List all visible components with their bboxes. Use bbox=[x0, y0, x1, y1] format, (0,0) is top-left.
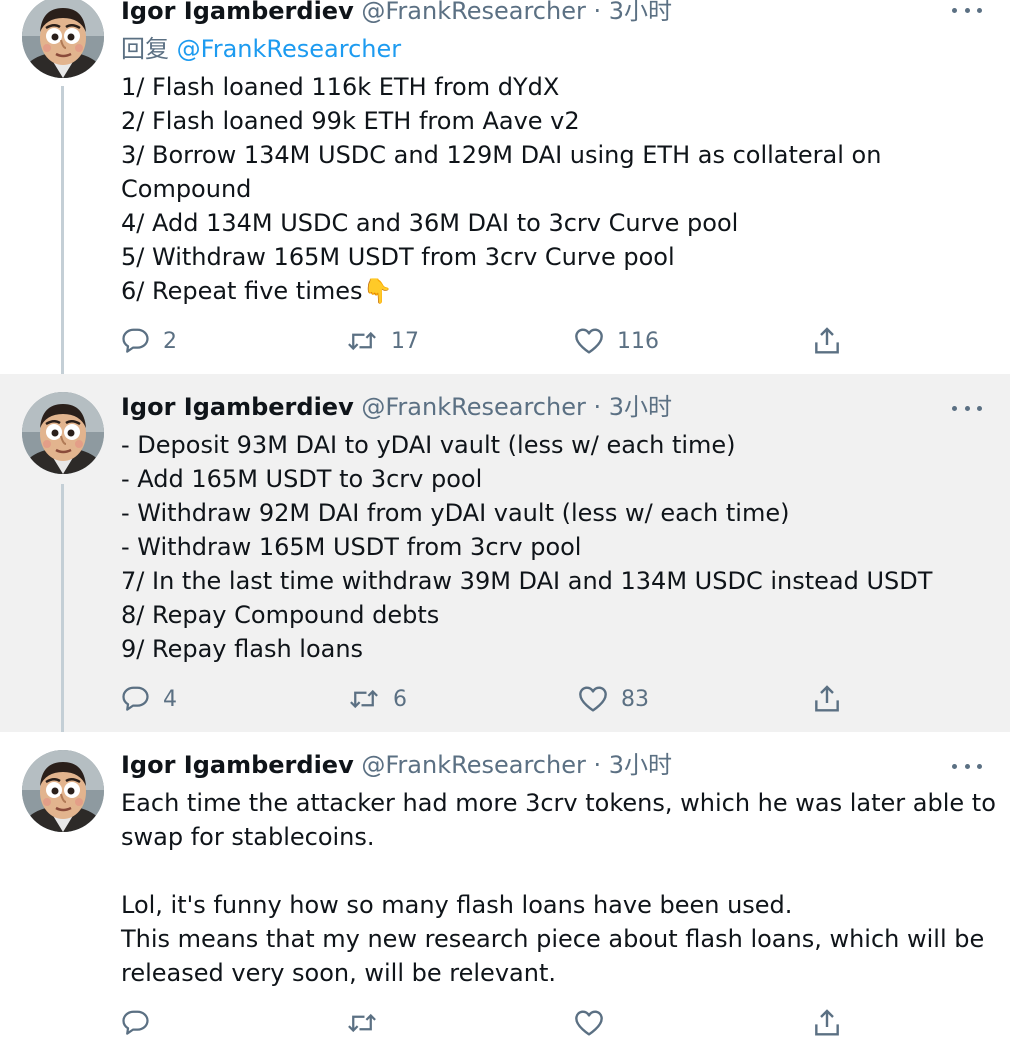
tweet-line: - Add 165M USDT to 3crv pool bbox=[121, 465, 483, 493]
reply-icon bbox=[122, 1010, 149, 1035]
retweet-icon bbox=[347, 332, 377, 350]
author-name[interactable]: Igor Igamberdiev bbox=[121, 751, 354, 779]
reply-count: 4 bbox=[163, 686, 177, 712]
author-handle[interactable]: @FrankResearcher bbox=[361, 393, 585, 421]
tweet-line: 4/ Add 134M USDC and 36M DAI to 3crv Cur… bbox=[121, 209, 739, 237]
tweet-line: released very soon, will be relevant. bbox=[121, 959, 556, 987]
avatar[interactable] bbox=[22, 0, 104, 78]
tweet-line: Lol, it's funny how so many flash loans … bbox=[121, 891, 793, 919]
retweet-icon bbox=[347, 1014, 377, 1032]
pointing-down-emoji: 👇 bbox=[362, 277, 393, 305]
tweet-text: Each time the attacker had more 3crv tok… bbox=[121, 786, 996, 990]
tweet-line: This means that my new research piece ab… bbox=[121, 925, 985, 953]
reply-to: 回复 @FrankResearcher bbox=[121, 32, 401, 66]
tweet-header: Igor Igamberdiev @FrankResearcher · 3小时 bbox=[121, 750, 672, 780]
author-name[interactable]: Igor Igamberdiev bbox=[121, 0, 354, 25]
tweet-line: 7/ In the last time withdraw 39M DAI and… bbox=[121, 567, 933, 595]
action-bar: 2 17 116 bbox=[121, 324, 861, 358]
author-handle[interactable]: @FrankResearcher bbox=[361, 751, 585, 779]
tweet-line: 2/ Flash loaned 99k ETH from Aave v2 bbox=[121, 107, 580, 135]
like-count: 116 bbox=[617, 328, 659, 354]
reply-button[interactable] bbox=[121, 1006, 151, 1040]
tweet-line: 8/ Repay Compound debts bbox=[121, 601, 440, 629]
tweet-line: 5/ Withdraw 165M USDT from 3crv Curve po… bbox=[121, 243, 675, 271]
retweet-button[interactable]: 6 bbox=[347, 682, 407, 716]
separator: · bbox=[593, 0, 602, 25]
share-icon bbox=[815, 1009, 839, 1036]
more-icon[interactable] bbox=[952, 756, 982, 776]
reply-button[interactable]: 4 bbox=[121, 682, 177, 716]
tweet-line: 1/ Flash loaned 116k ETH from dYdX bbox=[121, 73, 560, 101]
tweet-3[interactable]: Igor Igamberdiev @FrankResearcher · 3小时 … bbox=[0, 732, 1010, 1036]
reply-count: 2 bbox=[163, 328, 177, 354]
reply-icon bbox=[122, 328, 149, 353]
tweet-line: - Withdraw 165M USDT from 3crv pool bbox=[121, 533, 582, 561]
action-bar bbox=[121, 1006, 861, 1040]
timestamp[interactable]: 3小时 bbox=[609, 751, 672, 779]
timestamp[interactable]: 3小时 bbox=[609, 393, 672, 421]
tweet-line: 6/ Repeat five times👇 bbox=[121, 274, 990, 308]
separator: · bbox=[593, 393, 602, 421]
timestamp[interactable]: 3小时 bbox=[609, 0, 672, 25]
tweet-line: - Withdraw 92M DAI from yDAI vault (less… bbox=[121, 499, 790, 527]
action-bar: 4 6 83 bbox=[121, 682, 861, 716]
heart-icon bbox=[575, 328, 603, 354]
tweet-line: 3/ Borrow 134M USDC and 129M DAI using E… bbox=[121, 141, 882, 169]
tweet-line: 9/ Repay flash loans bbox=[121, 635, 364, 663]
tweet-line: swap for stablecoins. bbox=[121, 823, 375, 851]
tweet-text: 1/ Flash loaned 116k ETH from dYdX 2/ Fl… bbox=[121, 70, 990, 308]
like-button[interactable]: 116 bbox=[573, 324, 659, 358]
tweet-line bbox=[121, 854, 990, 888]
retweet-button[interactable] bbox=[345, 1006, 379, 1040]
avatar[interactable] bbox=[22, 750, 104, 832]
tweet-line: Compound bbox=[121, 175, 252, 203]
reply-to-label: 回复 bbox=[121, 35, 169, 63]
share-icon bbox=[815, 685, 839, 712]
retweet-button[interactable]: 17 bbox=[345, 324, 419, 358]
like-button[interactable] bbox=[573, 1006, 605, 1040]
more-icon[interactable] bbox=[952, 398, 982, 418]
tweet-header: Igor Igamberdiev @FrankResearcher · 3小时 bbox=[121, 392, 672, 422]
tweet-text: - Deposit 93M DAI to yDAI vault (less w/… bbox=[121, 428, 990, 666]
tweet-line: - Deposit 93M DAI to yDAI vault (less w/… bbox=[121, 431, 736, 459]
reply-to-link[interactable]: @FrankResearcher bbox=[177, 35, 401, 63]
thread-line bbox=[61, 86, 64, 374]
tweet-1[interactable]: Igor Igamberdiev @FrankResearcher · 3小时 … bbox=[0, 0, 1010, 374]
reply-button[interactable]: 2 bbox=[121, 324, 177, 358]
share-icon bbox=[815, 327, 839, 354]
retweet-count: 17 bbox=[391, 328, 419, 354]
tweet-2[interactable]: Igor Igamberdiev @FrankResearcher · 3小时 … bbox=[0, 374, 1010, 732]
thread-line bbox=[61, 484, 64, 732]
tweet-line: Each time the attacker had more 3crv tok… bbox=[121, 789, 996, 817]
more-icon[interactable] bbox=[952, 0, 982, 20]
like-count: 83 bbox=[621, 686, 649, 712]
share-button[interactable] bbox=[811, 682, 843, 716]
retweet-icon bbox=[349, 690, 379, 708]
author-handle[interactable]: @FrankResearcher bbox=[361, 0, 585, 25]
separator: · bbox=[593, 751, 602, 779]
reply-icon bbox=[122, 686, 149, 711]
share-button[interactable] bbox=[811, 324, 843, 358]
heart-icon bbox=[579, 686, 607, 712]
like-button[interactable]: 83 bbox=[577, 682, 649, 716]
tweet-header: Igor Igamberdiev @FrankResearcher · 3小时 bbox=[121, 0, 672, 26]
retweet-count: 6 bbox=[393, 686, 407, 712]
tweet-line-text: 6/ Repeat five times bbox=[121, 277, 363, 305]
avatar[interactable] bbox=[22, 392, 104, 474]
heart-icon bbox=[575, 1010, 603, 1036]
share-button[interactable] bbox=[811, 1006, 843, 1040]
author-name[interactable]: Igor Igamberdiev bbox=[121, 393, 354, 421]
